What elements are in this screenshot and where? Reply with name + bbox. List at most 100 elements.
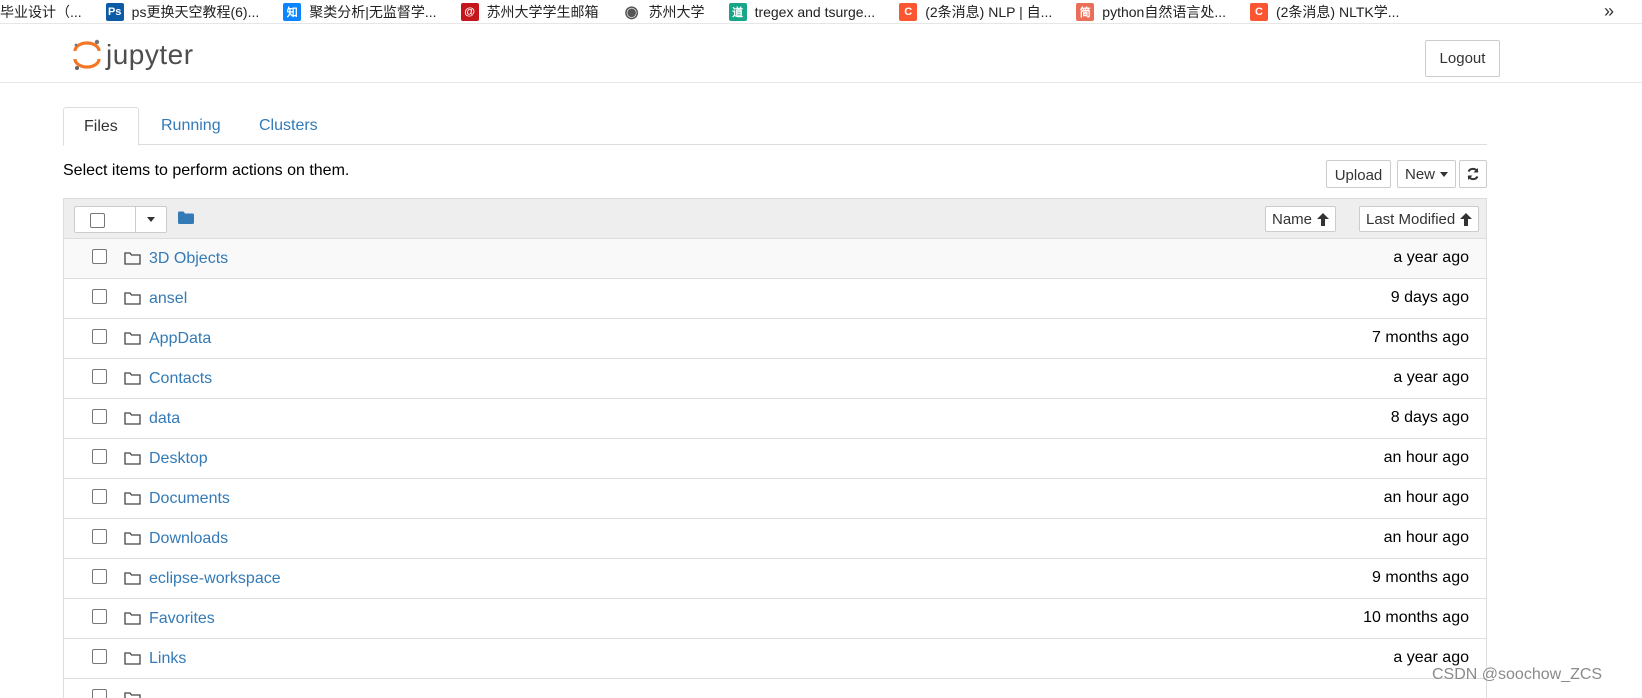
bookmark-item[interactable]: 毕业设计（... xyxy=(0,2,82,22)
folder-outline-icon xyxy=(124,492,141,505)
row-checkbox[interactable] xyxy=(92,369,107,384)
bookmark-label: ps更换天空教程(6)... xyxy=(131,3,260,20)
row-checkbox[interactable] xyxy=(92,649,107,664)
list-item[interactable]: Favorites 10 months ago xyxy=(64,599,1486,639)
bookmarks-bar: 毕业设计（... Ps ps更换天空教程(6)... 知 聚类分析|无监督学..… xyxy=(0,0,1642,24)
tab-bar: Files Running Clusters xyxy=(63,107,1487,146)
file-name-link[interactable]: 3D Objects xyxy=(149,250,228,268)
list-item[interactable]: Desktop an hour ago xyxy=(64,439,1486,479)
select-all-dropdown[interactable] xyxy=(74,206,167,233)
modified-time: an hour ago xyxy=(1383,529,1469,546)
arrow-up-icon xyxy=(1460,212,1473,226)
list-item[interactable]: 3D Objects a year ago xyxy=(64,239,1486,279)
jupyter-header: jupyter Logout xyxy=(0,24,1642,83)
modified-time: an hour ago xyxy=(1383,449,1469,466)
row-checkbox[interactable] xyxy=(92,289,107,304)
folder-outline-icon xyxy=(124,332,141,345)
new-button[interactable]: New xyxy=(1397,160,1456,188)
folder-outline-icon xyxy=(124,252,141,265)
globe-icon: ◉ xyxy=(622,2,641,21)
row-checkbox[interactable] xyxy=(92,569,107,584)
bookmark-item[interactable]: @ 苏州大学学生邮箱 xyxy=(460,2,599,22)
row-checkbox[interactable] xyxy=(92,609,107,624)
modified-time: an hour ago xyxy=(1383,489,1469,506)
row-checkbox[interactable] xyxy=(92,329,107,344)
bookmark-item[interactable]: Ps ps更换天空教程(6)... xyxy=(105,2,260,22)
csdn-icon: C xyxy=(899,2,918,21)
caret-down-icon xyxy=(1440,171,1448,177)
bookmark-label: 聚类分析|无监督学... xyxy=(309,3,437,20)
mail-icon: @ xyxy=(460,2,479,21)
list-item[interactable]: Contacts a year ago xyxy=(64,359,1486,399)
logout-button[interactable]: Logout xyxy=(1425,40,1500,77)
folder-outline-icon xyxy=(124,372,141,385)
sort-name-label: Name xyxy=(1272,210,1313,228)
upload-label: Upload xyxy=(1334,166,1383,184)
bookmarks-overflow-icon[interactable]: » xyxy=(1604,1,1614,22)
folder-outline-icon xyxy=(124,692,141,698)
list-header: Name Last Modified xyxy=(64,199,1486,239)
list-item[interactable] xyxy=(64,679,1486,698)
file-name-link[interactable]: Documents xyxy=(149,490,230,508)
file-name-link[interactable]: Links xyxy=(149,650,186,668)
row-checkbox[interactable] xyxy=(92,529,107,544)
modified-time: 8 days ago xyxy=(1390,409,1469,426)
row-checkbox[interactable] xyxy=(92,449,107,464)
list-item[interactable]: Downloads an hour ago xyxy=(64,519,1486,559)
sort-by-modified-button[interactable]: Last Modified xyxy=(1359,206,1480,232)
caret-down-icon[interactable] xyxy=(147,217,155,222)
bookmark-item[interactable]: 道 tregex and tsurge... xyxy=(728,2,875,21)
modified-time: 9 days ago xyxy=(1390,289,1469,306)
bookmark-label: (2条消息) NLTK学... xyxy=(1275,3,1400,20)
list-item[interactable]: ansel 9 days ago xyxy=(64,279,1486,319)
doc-icon: 道 xyxy=(728,2,747,21)
bookmark-item[interactable]: 知 聚类分析|无监督学... xyxy=(283,2,437,22)
bookmark-item[interactable]: C (2条消息) NLP | 自... xyxy=(899,2,1052,22)
list-item[interactable]: eclipse-workspace 9 months ago xyxy=(64,559,1486,599)
jupyter-logo[interactable]: jupyter xyxy=(70,38,194,72)
select-all-checkbox[interactable] xyxy=(90,213,105,228)
tab-files[interactable]: Files xyxy=(63,107,139,146)
file-name-link[interactable]: data xyxy=(149,410,180,428)
list-item[interactable]: Links a year ago xyxy=(64,639,1486,679)
list-item[interactable]: AppData 7 months ago xyxy=(64,319,1486,359)
divider xyxy=(135,207,136,232)
file-name-link[interactable]: ansel xyxy=(149,290,187,308)
upload-button[interactable]: Upload xyxy=(1326,160,1391,188)
file-rows: 3D Objects a year ago ansel 9 days ago A… xyxy=(64,239,1486,698)
file-list: Name Last Modified 3D Objects a year ago… xyxy=(63,198,1487,698)
folder-outline-icon xyxy=(124,412,141,425)
folder-outline-icon xyxy=(124,292,141,305)
file-name-link[interactable]: Favorites xyxy=(149,610,215,628)
file-name-link[interactable]: Contacts xyxy=(149,370,212,388)
bookmark-label: (2条消息) NLP | 自... xyxy=(925,3,1053,20)
folder-outline-icon xyxy=(124,612,141,625)
row-checkbox[interactable] xyxy=(92,409,107,424)
refresh-button[interactable] xyxy=(1459,160,1487,188)
bookmark-item[interactable]: 简 python自然语言处... xyxy=(1076,2,1226,22)
file-name-link[interactable]: eclipse-workspace xyxy=(149,570,281,588)
modified-time: a year ago xyxy=(1393,249,1469,266)
tab-clusters[interactable]: Clusters xyxy=(239,107,338,145)
modified-time: 7 months ago xyxy=(1372,329,1469,346)
list-item[interactable]: data 8 days ago xyxy=(64,399,1486,439)
list-item[interactable]: Documents an hour ago xyxy=(64,479,1486,519)
file-name-link[interactable]: AppData xyxy=(149,330,211,348)
sort-by-name-button[interactable]: Name xyxy=(1265,206,1337,232)
zhihu-icon: 知 xyxy=(283,2,302,21)
row-checkbox[interactable] xyxy=(92,489,107,504)
folder-icon[interactable] xyxy=(178,211,194,224)
folder-outline-icon xyxy=(124,452,141,465)
jupyter-logo-icon xyxy=(73,39,101,70)
modified-time: a year ago xyxy=(1393,649,1469,666)
file-name-link[interactable]: Downloads xyxy=(149,530,228,548)
bookmark-label: 毕业设计（... xyxy=(0,3,82,20)
bookmark-item[interactable]: ◉ 苏州大学 xyxy=(622,2,705,22)
tab-running[interactable]: Running xyxy=(141,107,241,145)
row-checkbox[interactable] xyxy=(92,249,107,264)
bookmark-label: 苏州大学学生邮箱 xyxy=(486,3,599,20)
refresh-icon xyxy=(1467,167,1479,181)
bookmark-item[interactable]: C (2条消息) NLTK学... xyxy=(1249,2,1400,22)
file-name-link[interactable]: Desktop xyxy=(149,450,208,468)
logo-text: jupyter xyxy=(106,39,194,70)
